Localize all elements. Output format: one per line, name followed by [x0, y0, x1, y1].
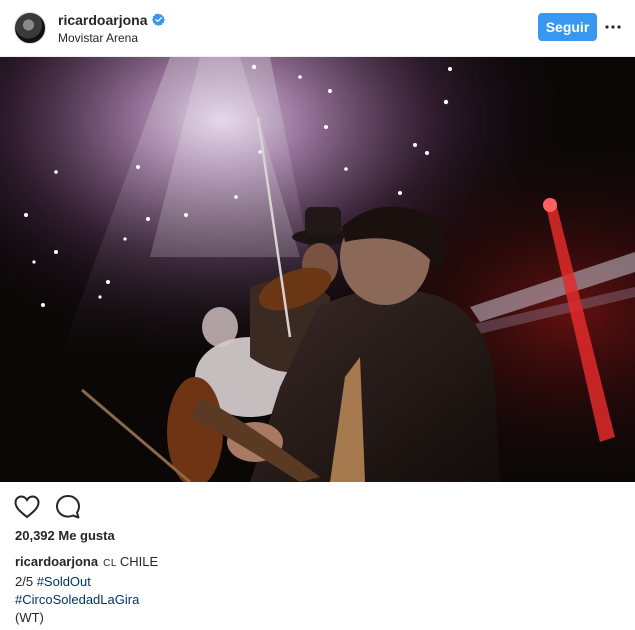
- concert-photo-illustration: [0, 57, 635, 482]
- caption-date-text: 2/5: [15, 574, 37, 589]
- caption-username[interactable]: ricardoarjona: [15, 554, 98, 569]
- post-photo[interactable]: [0, 57, 635, 482]
- heart-icon: [14, 495, 40, 519]
- caption-line-1: ricardoarjona CL CHILE: [15, 553, 615, 573]
- caption-line-4: (WT): [15, 610, 44, 625]
- like-button[interactable]: [14, 494, 40, 520]
- hashtag-soldout[interactable]: #SoldOut: [37, 574, 91, 589]
- more-options-icon[interactable]: [604, 18, 622, 36]
- follow-button[interactable]: Seguir: [538, 13, 597, 41]
- username-link[interactable]: ricardoarjona: [58, 12, 147, 28]
- caption-text-chile: CHILE: [119, 554, 159, 569]
- comment-button[interactable]: [55, 494, 81, 520]
- post-actions: [14, 494, 96, 520]
- avatar[interactable]: [14, 12, 46, 44]
- post-caption: ricardoarjona CL CHILE 2/5 #SoldOut #Circo…: [15, 553, 615, 627]
- header-text: ricardoarjona Movistar Arena: [58, 12, 166, 45]
- chile-flag-icon: CL: [103, 558, 117, 569]
- user-row: ricardoarjona: [58, 12, 166, 28]
- verified-badge-icon: [152, 13, 166, 26]
- likes-count[interactable]: 20,392 Me gusta: [15, 528, 115, 543]
- location-link[interactable]: Movistar Arena: [58, 31, 165, 45]
- caption-line-2: 2/5 #SoldOut: [15, 573, 615, 591]
- comment-icon: [56, 495, 80, 519]
- hashtag-circosoledadlagira[interactable]: #CircoSoledadLaGira: [15, 592, 139, 607]
- caption-line-3: #CircoSoledadLaGira: [15, 591, 615, 609]
- post-header: ricardoarjona Movistar Arena Seguir: [0, 0, 635, 57]
